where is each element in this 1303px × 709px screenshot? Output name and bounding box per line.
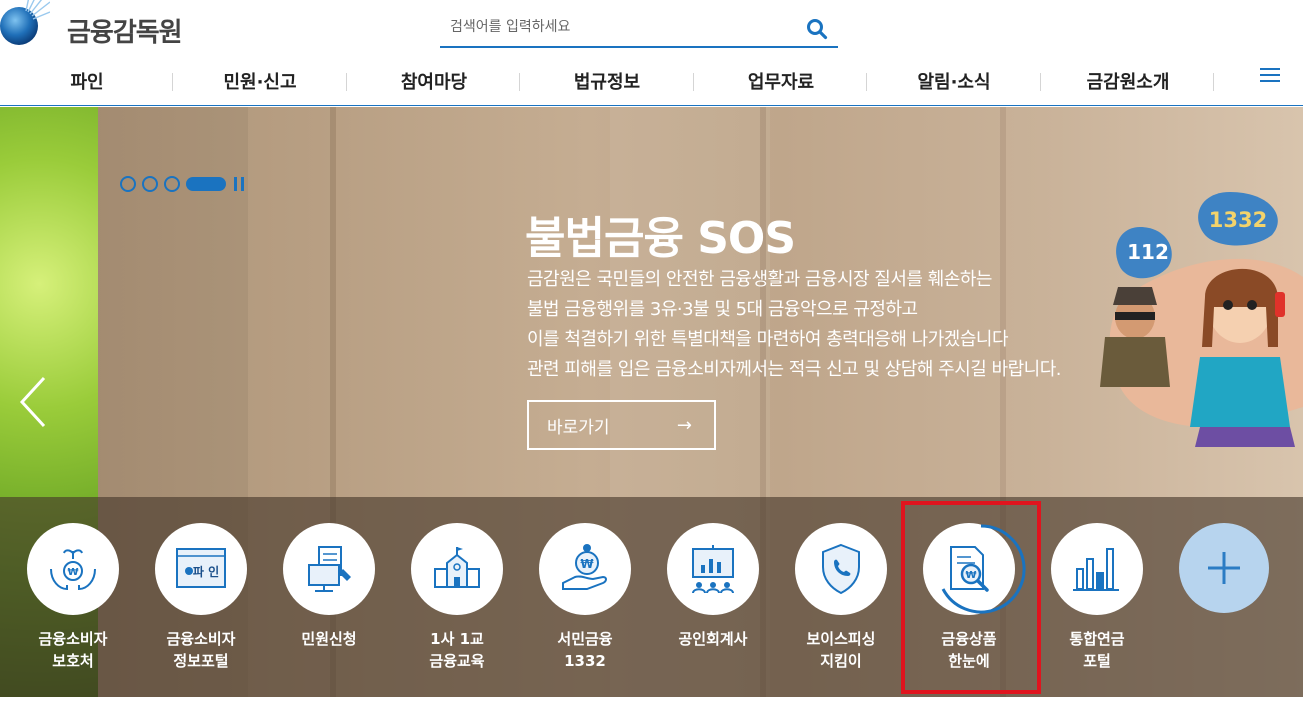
quick-link-microfinance[interactable]: ₩ 서민금융 1332: [521, 523, 649, 672]
hero-banner: 불법금융 SOS 금감원은 국민들의 안전한 금융생활과 금융시장 질서를 훼손…: [0, 107, 1303, 697]
quick-link-label-line1: 통합연금: [1069, 630, 1125, 648]
quick-link-label-line2: 금융교육: [429, 652, 485, 670]
quick-link-label: 통합연금 포털: [1033, 628, 1161, 672]
hero-desc-line: 금감원은 국민들의 안전한 금융생활과 금융시장 질서를 훼손하는: [527, 269, 992, 290]
slide-dot-2[interactable]: [142, 176, 158, 192]
quick-link-voice-phishing[interactable]: 보이스피싱 지킴이: [777, 523, 905, 672]
woman-figure: [1190, 268, 1295, 447]
hand-coin-icon: ₩: [562, 544, 607, 590]
search-input[interactable]: [440, 12, 790, 42]
quick-link-circle: [667, 523, 759, 615]
presentation-icon: [692, 545, 734, 594]
quick-link-label: 금융상품 한눈에: [905, 628, 1033, 672]
quick-link-label: 금융소비자 보호처: [9, 628, 137, 672]
quick-link-label-line2: 1332: [564, 652, 606, 670]
quick-link-pension-portal[interactable]: 통합연금 포털: [1033, 523, 1161, 672]
quick-link-label-line1: 보이스피싱: [806, 630, 876, 648]
quick-link-circle: [411, 523, 503, 615]
hero-title: 불법금융 SOS: [525, 213, 796, 264]
fine-portal-icon: 파 인: [176, 548, 226, 588]
quick-link-circle: 파 인: [155, 523, 247, 615]
quick-link-label-line1: 금융소비자: [166, 630, 236, 648]
quick-link-label: 금융소비자 정보포털: [137, 628, 265, 672]
slide-pagination: [120, 176, 244, 192]
bubble-112: 112: [1116, 227, 1172, 279]
pause-icon[interactable]: [234, 177, 244, 191]
quick-link-label-line2: 지킴이: [820, 652, 862, 670]
school-icon: [434, 547, 480, 588]
quick-link-label-line2: 포털: [1083, 652, 1111, 670]
slide-dot-4-active[interactable]: [186, 177, 226, 191]
hero-desc-line: 불법 금융행위를 3유·3불 및 5대 금융악으로 규정하고: [527, 299, 918, 320]
quick-link-label-line1: 금융상품: [941, 630, 997, 648]
nav-item-complaint[interactable]: 민원·신고: [173, 68, 347, 94]
quick-link-consumer-protection[interactable]: ₩ 금융소비자 보호처: [9, 523, 137, 672]
go-button[interactable]: 바로가기 →: [527, 400, 716, 450]
quick-link-consumer-portal[interactable]: 파 인 금융소비자 정보포털: [137, 523, 265, 672]
quick-link-label-line2: 정보포털: [173, 652, 229, 670]
quick-link-label-line1: 민원신청: [301, 630, 357, 648]
nav-item-news[interactable]: 알림·소식: [867, 68, 1041, 94]
quick-link-circle: ₩: [27, 523, 119, 615]
quick-link-circle: [283, 523, 375, 615]
bubble-1332: 1332: [1198, 192, 1278, 246]
hero-desc-line: 관련 피해를 입은 금융소비자께서는 적극 신고 및 상담해 주시길 바랍니다.: [527, 359, 1062, 380]
svg-text:₩: ₩: [67, 567, 78, 578]
shield-phone-icon: [822, 543, 860, 595]
arrow-right-icon: →: [676, 415, 692, 436]
quick-link-label-line2: 보호처: [52, 652, 94, 670]
quick-link-financial-education[interactable]: 1사 1교 금융교육: [393, 523, 521, 672]
quick-link-financial-products[interactable]: ₩ 금융상품 한눈에: [905, 523, 1033, 672]
svg-text:₩: ₩: [580, 557, 594, 571]
bar-chart-icon: [1073, 548, 1119, 591]
quick-link-label-line1: 서민금융: [557, 630, 613, 648]
bubble-112-text: 112: [1127, 240, 1169, 264]
quick-link-accountant[interactable]: 공인회계사: [649, 523, 777, 650]
fss-emblem-icon: [0, 0, 50, 45]
slide-dot-3[interactable]: [164, 176, 180, 192]
quick-link-label: 보이스피싱 지킴이: [777, 628, 905, 672]
search-icon[interactable]: [806, 18, 828, 40]
quick-link-circle: [795, 523, 887, 615]
active-ring-icon: [941, 524, 1026, 614]
bubble-1332-text: 1332: [1209, 208, 1267, 232]
logo-text: 금융감독원: [67, 18, 183, 48]
quick-links-bar: ₩ 금융소비자 보호처 파 인 금융소비자 정보포털 민원신청 1사 1교 금융…: [0, 497, 1303, 697]
hamburger-menu-icon[interactable]: [1260, 68, 1280, 86]
quick-link-label: 공인회계사: [649, 628, 777, 650]
nav-item-about[interactable]: 금감원소개: [1041, 68, 1215, 94]
document-computer-icon: [308, 546, 351, 592]
slide-dot-1[interactable]: [120, 176, 136, 192]
svg-text:파 인: 파 인: [193, 564, 219, 579]
nav-item-participation[interactable]: 참여마당: [347, 68, 521, 94]
quick-link-label: 민원신청: [265, 628, 393, 650]
quick-link-label-line2: 한눈에: [948, 652, 990, 670]
nav-item-fine[interactable]: 파인: [0, 68, 174, 94]
quick-link-circle: [1051, 523, 1143, 615]
quick-link-label-line1: 1사 1교: [430, 630, 484, 648]
go-button-label: 바로가기: [547, 417, 610, 438]
nav-item-work-materials[interactable]: 업무자료: [694, 68, 868, 94]
quick-link-label: 1사 1교 금융교육: [393, 628, 521, 672]
quick-link-label-line1: 금융소비자: [38, 630, 108, 648]
hero-description: 금감원은 국민들의 안전한 금융생활과 금융시장 질서를 훼손하는 불법 금융행…: [527, 265, 1107, 385]
plus-icon: [1179, 523, 1269, 613]
quick-link-circle: ₩: [539, 523, 631, 615]
quick-link-complaint-application[interactable]: 민원신청: [265, 523, 393, 650]
fraud-illustration-icon: 112 1332: [1100, 192, 1303, 447]
quick-link-label-line1: 공인회계사: [678, 630, 748, 648]
search-bar: [440, 8, 838, 48]
quick-link-label: 서민금융 1332: [521, 628, 649, 672]
main-navigation: 파인 민원·신고 참여마당 법규정보 업무자료 알림·소식 금감원소개: [0, 60, 1303, 106]
nav-item-regulations[interactable]: 법규정보: [520, 68, 694, 94]
hero-desc-line: 이를 척결하기 위한 특별대책을 마련하여 총력대응해 나가겠습니다: [527, 329, 1009, 350]
quick-link-more[interactable]: [1160, 523, 1288, 613]
hands-coin-icon: ₩: [50, 549, 96, 591]
nav-divider: [1213, 73, 1214, 91]
prev-slide-arrow-icon[interactable]: [16, 374, 50, 430]
